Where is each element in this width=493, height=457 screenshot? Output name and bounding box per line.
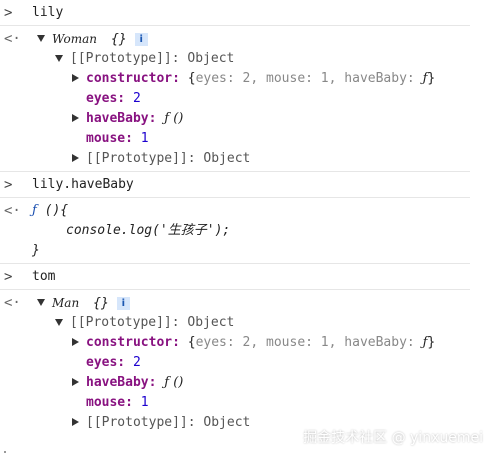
prompt-icon: > — [4, 5, 13, 21]
function-body: console.log('生孩子'); — [66, 223, 231, 238]
haveBaby-property[interactable]: haveBaby: ƒ () — [86, 373, 183, 393]
property-key: haveBaby: — [86, 375, 157, 390]
property-key: haveBaby: — [86, 111, 157, 126]
input-command[interactable]: tom — [32, 267, 55, 287]
watermark: 掘金技术社区 @ yinxuemei — [303, 430, 483, 446]
console-result-entry: <· ƒ (){ console.log('生孩子'); } — [0, 198, 470, 264]
prototype-label[interactable]: [[Prototype]]: Object — [70, 313, 234, 333]
eyes-property: eyes: 2 — [86, 353, 141, 373]
prototype-label[interactable]: [[Prototype]]: Object — [70, 49, 234, 69]
property-key: mouse: — [86, 131, 133, 146]
console-input-entry: > lily.haveBaby — [0, 172, 470, 198]
property-value: ƒ () — [164, 375, 184, 390]
property-key: constructor: — [86, 335, 180, 350]
input-command[interactable]: lily — [32, 3, 63, 23]
expand-toggle-icon[interactable] — [72, 338, 79, 346]
object-summary[interactable]: Man {} i — [52, 293, 130, 314]
expand-toggle-icon[interactable] — [37, 299, 45, 306]
prototype-label[interactable]: [[Prototype]]: Object — [86, 149, 250, 169]
expand-toggle-icon[interactable] — [72, 114, 79, 122]
prototype-label[interactable]: [[Prototype]]: Object — [86, 413, 250, 433]
function-close: } — [32, 243, 40, 258]
expand-toggle-icon[interactable] — [55, 319, 63, 326]
result-arrow-icon: <· — [4, 295, 21, 311]
property-value: 1 — [140, 131, 149, 146]
devtools-console: > lily <· Woman {} i [[Prototype]]: Object… — [0, 0, 470, 435]
function-head: (){ — [36, 203, 69, 218]
preview-brace: } — [427, 335, 436, 350]
preview-brace: } — [427, 71, 436, 86]
property-key: mouse: — [86, 395, 133, 410]
class-name: Woman — [52, 32, 98, 46]
property-key: eyes: — [86, 91, 126, 106]
expand-toggle-icon[interactable] — [72, 154, 79, 162]
preview-brace: { — [187, 335, 196, 350]
console-result-entry: <· Woman {} i [[Prototype]]: Object constr… — [0, 26, 470, 172]
property-key: constructor: — [86, 71, 180, 86]
result-arrow-icon: <· — [4, 203, 21, 219]
console-input-entry: > lily — [0, 0, 470, 26]
property-key: eyes: — [86, 355, 126, 370]
object-braces: {} — [111, 32, 127, 47]
property-value: 2 — [132, 355, 141, 370]
mouse-property: mouse: 1 — [86, 129, 149, 149]
console-input-entry: > tom — [0, 264, 470, 290]
property-value: 1 — [140, 395, 149, 410]
prompt-icon: > — [4, 177, 13, 193]
constructor-property[interactable]: constructor: {eyes: 2, mouse: 1, haveBab… — [86, 333, 435, 353]
constructor-preview: eyes: 2, mouse: 1, haveBaby: — [195, 71, 423, 86]
class-name: Man — [52, 296, 80, 310]
constructor-property[interactable]: constructor: {eyes: 2, mouse: 1, haveBab… — [86, 69, 435, 89]
console-cursor — [4, 451, 6, 453]
expand-toggle-icon[interactable] — [37, 35, 45, 42]
property-value: 2 — [132, 91, 141, 106]
mouse-property: mouse: 1 — [86, 393, 149, 413]
console-result-entry: <· Man {} i [[Prototype]]: Object construc… — [0, 290, 470, 435]
haveBaby-property[interactable]: haveBaby: ƒ () — [86, 109, 183, 129]
input-command[interactable]: lily.haveBaby — [32, 175, 134, 195]
expand-toggle-icon[interactable] — [72, 74, 79, 82]
info-icon[interactable]: i — [134, 33, 148, 46]
expand-toggle-icon[interactable] — [72, 378, 79, 386]
eyes-property: eyes: 2 — [86, 89, 141, 109]
preview-brace: { — [187, 71, 196, 86]
property-value: ƒ () — [164, 111, 184, 126]
constructor-preview: eyes: 2, mouse: 1, haveBaby: — [195, 335, 423, 350]
prompt-icon: > — [4, 269, 13, 285]
info-icon[interactable]: i — [116, 297, 130, 310]
object-summary[interactable]: Woman {} i — [52, 29, 148, 50]
object-braces: {} — [93, 296, 109, 311]
expand-toggle-icon[interactable] — [55, 55, 63, 62]
result-arrow-icon: <· — [4, 31, 21, 47]
function-source[interactable]: ƒ (){ — [32, 201, 68, 221]
expand-toggle-icon[interactable] — [72, 418, 79, 426]
